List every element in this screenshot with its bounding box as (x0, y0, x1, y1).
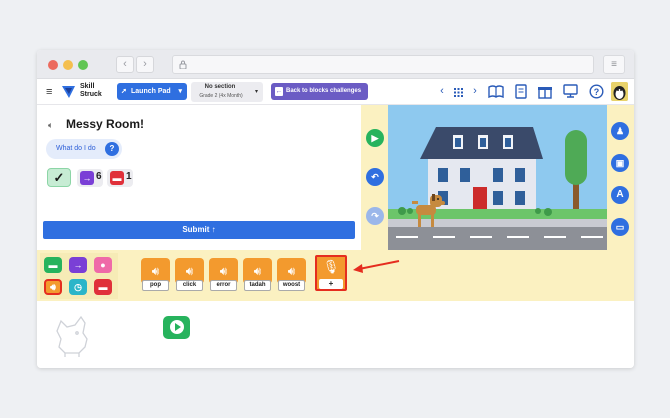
arrow-right-block-icon[interactable]: → (69, 257, 87, 273)
help-label: What do I do (56, 145, 96, 152)
stop-block-icon[interactable]: ▬ (94, 279, 112, 295)
back-button-label: Back to blocks challenges (286, 88, 362, 94)
chevron-down-icon: ▾ (254, 89, 258, 95)
dog-outline-icon (56, 315, 88, 357)
penguin-avatar-icon (611, 82, 628, 101)
rocket-icon: ➚ (121, 88, 127, 95)
browser-back-button[interactable]: ‹ (116, 56, 134, 73)
help-circle-icon[interactable]: ? (589, 84, 604, 99)
launch-pad-label: Launch Pad (131, 88, 171, 95)
previous-arrow-icon[interactable]: ‹ (437, 84, 447, 99)
browser-forward-button[interactable]: › (136, 56, 154, 73)
close-window-dot[interactable] (48, 60, 58, 70)
play-icon (170, 320, 184, 334)
sound-label: woost (278, 280, 305, 291)
question-icon: ? (105, 142, 119, 156)
arrow-right-icon: → (80, 171, 94, 185)
notebook-icon[interactable] (515, 84, 527, 99)
text-letter-a-icon[interactable]: A (611, 186, 629, 204)
move-count-value: 6 (96, 171, 102, 182)
stage-canvas (388, 105, 607, 250)
section-subtitle: Grade 2 (4x Month) (199, 93, 243, 99)
sound-label: error (210, 280, 237, 291)
sound-block-tadah[interactable]: 🔊︎ tadah (243, 258, 272, 295)
arrow-up-icon: ↑ (211, 225, 216, 234)
play-icon[interactable]: ▶ (366, 129, 384, 147)
stop-count-badge: ▬ 1 (107, 169, 133, 187)
record-sound-block[interactable]: 🎙︎ + (315, 255, 347, 291)
app-header: ≡ Skill Struck ➚ Launch Pad ▾ No section… (37, 79, 634, 105)
skillstruck-logo-icon (62, 86, 75, 98)
logo-line1: Skill (80, 83, 95, 90)
sound-block-pop[interactable]: 🔊︎ pop (141, 258, 170, 295)
microphone-icon: 🎙︎ (322, 259, 340, 274)
svg-text:?: ? (594, 87, 600, 97)
grid-menu-icon[interactable] (454, 88, 463, 97)
browser-menu-button[interactable]: ≡ (603, 55, 625, 74)
minimize-window-dot[interactable] (63, 60, 73, 70)
challenge-title: Messy Room! (66, 117, 145, 131)
what-do-i-do-button[interactable]: What do I do ? (46, 139, 122, 159)
sound-label: pop (142, 280, 169, 291)
hamburger-menu-icon[interactable]: ≡ (46, 87, 52, 98)
section-select[interactable]: No section Grade 2 (4x Month) ▾ (191, 82, 263, 102)
sound-block-icon[interactable]: 🔊︎ (44, 279, 62, 295)
when-start-block[interactable] (163, 316, 190, 339)
reset-icon[interactable]: ↶ (366, 168, 384, 186)
move-count-badge: → 6 (77, 169, 103, 187)
logo-line2: Struck (80, 91, 102, 98)
open-book-icon[interactable] (488, 85, 504, 98)
next-arrow-icon[interactable]: › (470, 84, 480, 99)
user-avatar[interactable] (611, 82, 628, 101)
address-bar[interactable] (172, 55, 594, 74)
launch-pad-button[interactable]: ➚ Launch Pad ▾ (117, 83, 187, 100)
street-scene (388, 105, 607, 250)
back-arrow-icon: ← (275, 87, 283, 96)
browser-toolbar: ‹ › ≡ (37, 50, 634, 79)
timer-block-icon[interactable]: ◷ (69, 279, 87, 295)
green-start-block-icon[interactable]: ▬ (44, 257, 62, 273)
redo-icon[interactable]: ↷ (366, 207, 384, 225)
speaker-icon[interactable]: 🔈︎ (48, 120, 53, 131)
submit-label: Submit (182, 225, 210, 234)
checkmark-icon[interactable]: ✓ (47, 168, 71, 187)
gift-box-icon[interactable] (537, 84, 553, 99)
section-title: No section (204, 84, 236, 90)
stop-count-value: 1 (126, 171, 132, 182)
presentation-screen-icon[interactable] (563, 84, 578, 98)
maximize-window-dot[interactable] (78, 60, 88, 70)
logo-text: Skill Struck (80, 83, 102, 99)
speech-bubble-block-icon[interactable]: ● (94, 257, 112, 273)
stage-control-bar: ▶ ↶ ↷ (361, 105, 388, 250)
browser-window: ‹ › ≡ ≡ Skill Struck ➚ Launch Pad ▾ No s… (37, 50, 634, 368)
stop-icon: ▬ (110, 171, 124, 185)
block-tray: ▬ → ● 🔊︎ ◷ ▬ 🔊︎ pop 🔊︎ click 🔊︎ error 🔊︎… (37, 250, 634, 301)
sound-label: tadah (244, 280, 271, 291)
screen-rectangle-icon[interactable]: ▭ (611, 218, 629, 236)
submit-button[interactable]: Submit ↑ (43, 221, 355, 239)
code-workspace[interactable] (37, 301, 634, 368)
sound-label: click (176, 280, 203, 291)
lock-icon (179, 60, 187, 69)
sound-block-woost[interactable]: 🔊︎ woost (277, 258, 306, 295)
block-category-palette: ▬ → ● 🔊︎ ◷ ▬ (40, 253, 118, 299)
chevron-down-icon: ▾ (178, 88, 182, 95)
image-icon[interactable]: ▣ (611, 154, 629, 172)
back-to-challenges-button[interactable]: ← Back to blocks challenges (271, 83, 368, 100)
sound-block-click[interactable]: 🔊︎ click (175, 258, 204, 295)
add-sound-plus: + (319, 279, 343, 289)
sprite-person-icon[interactable]: ♟︎ (611, 122, 629, 140)
sound-block-error[interactable]: 🔊︎ error (209, 258, 238, 295)
stage-tools-bar: ♟︎ ▣ A ▭ (607, 105, 634, 250)
red-pointer-arrow-icon (353, 260, 400, 273)
